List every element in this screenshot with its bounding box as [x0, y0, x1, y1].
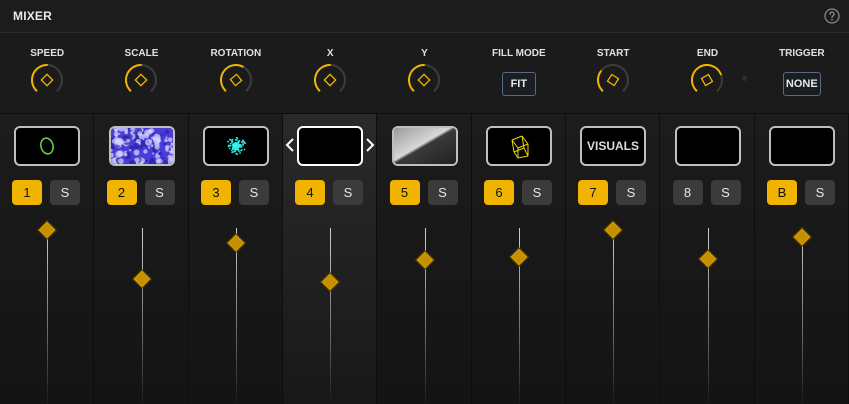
param-knob[interactable]: [596, 63, 630, 97]
fader-handle[interactable]: [509, 247, 529, 268]
fader-track[interactable]: [613, 228, 614, 404]
channel-number-button[interactable]: 1: [12, 180, 42, 205]
channel-thumbnail[interactable]: [769, 126, 835, 166]
fader-handle[interactable]: [132, 269, 152, 289]
channel-number-button[interactable]: B: [767, 180, 797, 205]
param-y: Y: [377, 33, 471, 113]
param-knob[interactable]: [313, 63, 347, 97]
channel-thumbnail[interactable]: [203, 126, 269, 166]
param-knob[interactable]: [219, 63, 253, 97]
fader-handle[interactable]: [603, 220, 623, 240]
chevron-left-icon[interactable]: [284, 136, 296, 154]
channel-strip-2: 2S: [94, 114, 189, 404]
fader-track[interactable]: [142, 228, 143, 404]
channel-thumbnail[interactable]: [391, 126, 458, 166]
mixer-title: MIXER: [13, 9, 53, 23]
channel-number-button[interactable]: 2: [106, 180, 137, 205]
channel-strip-6: 6S: [472, 114, 566, 404]
channel-number-button[interactable]: 7: [578, 180, 608, 205]
param-label: TRIGGER: [779, 48, 825, 59]
channel-thumbnail[interactable]: [108, 126, 175, 166]
param-fill-mode: FILL MODE FIT: [472, 33, 566, 113]
channel-thumbnail[interactable]: [674, 126, 741, 166]
channel-strip-3: 3S: [189, 114, 283, 404]
channel-thumbnail[interactable]: [486, 126, 552, 166]
fader-handle[interactable]: [792, 227, 812, 248]
param-start: START: [566, 33, 660, 113]
param-label: SCALE: [124, 48, 159, 59]
param-label: ROTATION: [210, 48, 262, 59]
param-label: START: [596, 48, 630, 59]
channel-solo-button[interactable]: S: [710, 180, 741, 205]
param-label: X: [326, 48, 334, 59]
channel-number-button[interactable]: 5: [389, 180, 420, 205]
fader-track[interactable]: [47, 228, 48, 404]
param-knob[interactable]: [30, 63, 64, 97]
channel-number-button[interactable]: 6: [484, 180, 514, 205]
param-knob[interactable]: [690, 63, 724, 97]
fader-handle[interactable]: [226, 233, 246, 253]
mixer-titlebar: MIXER: [0, 0, 849, 33]
param-knob[interactable]: [407, 63, 441, 97]
channel-strip-1: 1S: [0, 114, 94, 404]
channel-number-button[interactable]: 8: [672, 180, 703, 205]
channel-solo-button[interactable]: S: [805, 180, 835, 205]
channel-solo-button[interactable]: S: [50, 180, 80, 205]
fader-handle[interactable]: [415, 250, 435, 271]
channel-strip-8: 8S: [660, 114, 755, 404]
help-icon[interactable]: [824, 8, 840, 24]
param-speed: SPEED: [0, 33, 94, 113]
param-trigger: TRIGGER NONE: [755, 33, 849, 113]
channel-number-button[interactable]: 3: [201, 180, 231, 205]
fader-handle[interactable]: [37, 220, 57, 240]
param-value-button[interactable]: FIT: [501, 72, 536, 96]
channel-strip-4: 4S: [283, 114, 377, 404]
fader-handle[interactable]: [320, 271, 340, 292]
chevron-right-icon[interactable]: [364, 136, 376, 154]
channel-thumbnail[interactable]: [14, 126, 80, 166]
param-end: END: [660, 33, 754, 113]
parameter-strip: SPEED SCALE ROTATION X Y FILL MODE FIT START END…: [0, 33, 849, 114]
fader-track[interactable]: [802, 228, 803, 404]
param-label: SPEED: [30, 48, 65, 59]
channel-solo-button[interactable]: S: [333, 180, 363, 205]
param-scale: SCALE: [94, 33, 188, 113]
channel-solo-button[interactable]: S: [427, 180, 458, 205]
trigger-indicator-dot: [742, 76, 747, 81]
param-knob[interactable]: [124, 63, 158, 97]
channel-solo-button[interactable]: S: [239, 180, 269, 205]
channel-strip-B: BS: [755, 114, 849, 404]
channel-strip-5: 5S: [377, 114, 472, 404]
channel-solo-button[interactable]: S: [522, 180, 552, 205]
channel-thumbnail[interactable]: VISUALS: [580, 126, 646, 166]
param-label: END: [696, 48, 719, 59]
fader-track[interactable]: [330, 228, 331, 404]
param-label: Y: [421, 48, 428, 59]
param-x: X: [283, 33, 377, 113]
channel-solo-button[interactable]: S: [144, 180, 175, 205]
fader-handle[interactable]: [698, 248, 718, 269]
channel-thumbnail[interactable]: [297, 126, 363, 166]
channel-strip-7: VISUALS 7 S: [566, 114, 660, 404]
fader-track[interactable]: [236, 228, 237, 404]
param-value-button[interactable]: NONE: [782, 72, 821, 96]
param-label: FILL MODE: [491, 48, 546, 59]
param-rotation: ROTATION: [189, 33, 283, 113]
thumbnail-label: VISUALS: [586, 139, 639, 153]
channel-strips: 1 S 2 S 3 S 4 S 5 S 6 S VISUALS 7 S 8 S B S: [0, 114, 849, 404]
channel-number-button[interactable]: 4: [295, 180, 325, 205]
channel-solo-button[interactable]: S: [616, 180, 646, 205]
